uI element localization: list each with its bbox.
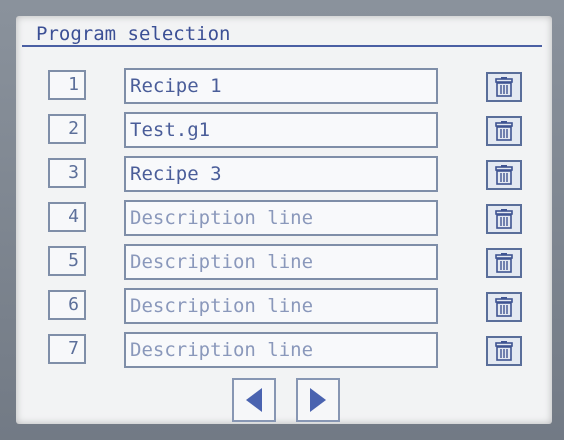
delete-program-button[interactable]: [486, 204, 522, 234]
delete-program-button[interactable]: [486, 336, 522, 366]
program-number-button[interactable]: 3: [48, 158, 86, 188]
program-description-field[interactable]: Recipe 1: [124, 68, 438, 104]
trash-icon: [495, 297, 513, 317]
program-description-field[interactable]: Description line: [124, 332, 438, 368]
prev-page-button[interactable]: [232, 378, 276, 422]
trash-icon: [495, 165, 513, 185]
program-number-button[interactable]: 5: [48, 246, 86, 276]
program-number-button[interactable]: 4: [48, 202, 86, 232]
arrow-right-icon: [310, 388, 326, 412]
program-number-button[interactable]: 1: [48, 70, 86, 100]
program-row: 5 Description line: [16, 242, 552, 282]
program-description-field[interactable]: Description line: [124, 200, 438, 236]
screen: Program selection 1 Recipe 1 2 Test.g1 3 Reci…: [16, 16, 552, 424]
trash-icon: [495, 341, 513, 361]
program-number-button[interactable]: 2: [48, 114, 86, 144]
delete-program-button[interactable]: [486, 160, 522, 190]
program-description-field[interactable]: Description line: [124, 288, 438, 324]
delete-program-button[interactable]: [486, 116, 522, 146]
program-row: 7 Description line: [16, 330, 552, 370]
delete-program-button[interactable]: [486, 248, 522, 278]
program-row: 6 Description line: [16, 286, 552, 326]
page-title: Program selection: [22, 21, 542, 47]
program-description-field[interactable]: Recipe 3: [124, 156, 438, 192]
program-row: 1 Recipe 1: [16, 66, 552, 106]
program-row: 4 Description line: [16, 198, 552, 238]
trash-icon: [495, 253, 513, 273]
program-description-field[interactable]: Test.g1: [124, 112, 438, 148]
trash-icon: [495, 209, 513, 229]
delete-program-button[interactable]: [486, 292, 522, 322]
program-number-button[interactable]: 6: [48, 290, 86, 320]
next-page-button[interactable]: [296, 378, 340, 422]
arrow-left-icon: [246, 388, 262, 412]
trash-icon: [495, 121, 513, 141]
device-bezel: Program selection 1 Recipe 1 2 Test.g1 3 Reci…: [0, 0, 564, 440]
trash-icon: [495, 77, 513, 97]
delete-program-button[interactable]: [486, 72, 522, 102]
program-row: 2 Test.g1: [16, 110, 552, 150]
program-description-field[interactable]: Description line: [124, 244, 438, 280]
program-number-button[interactable]: 7: [48, 334, 86, 364]
program-row: 3 Recipe 3: [16, 154, 552, 194]
